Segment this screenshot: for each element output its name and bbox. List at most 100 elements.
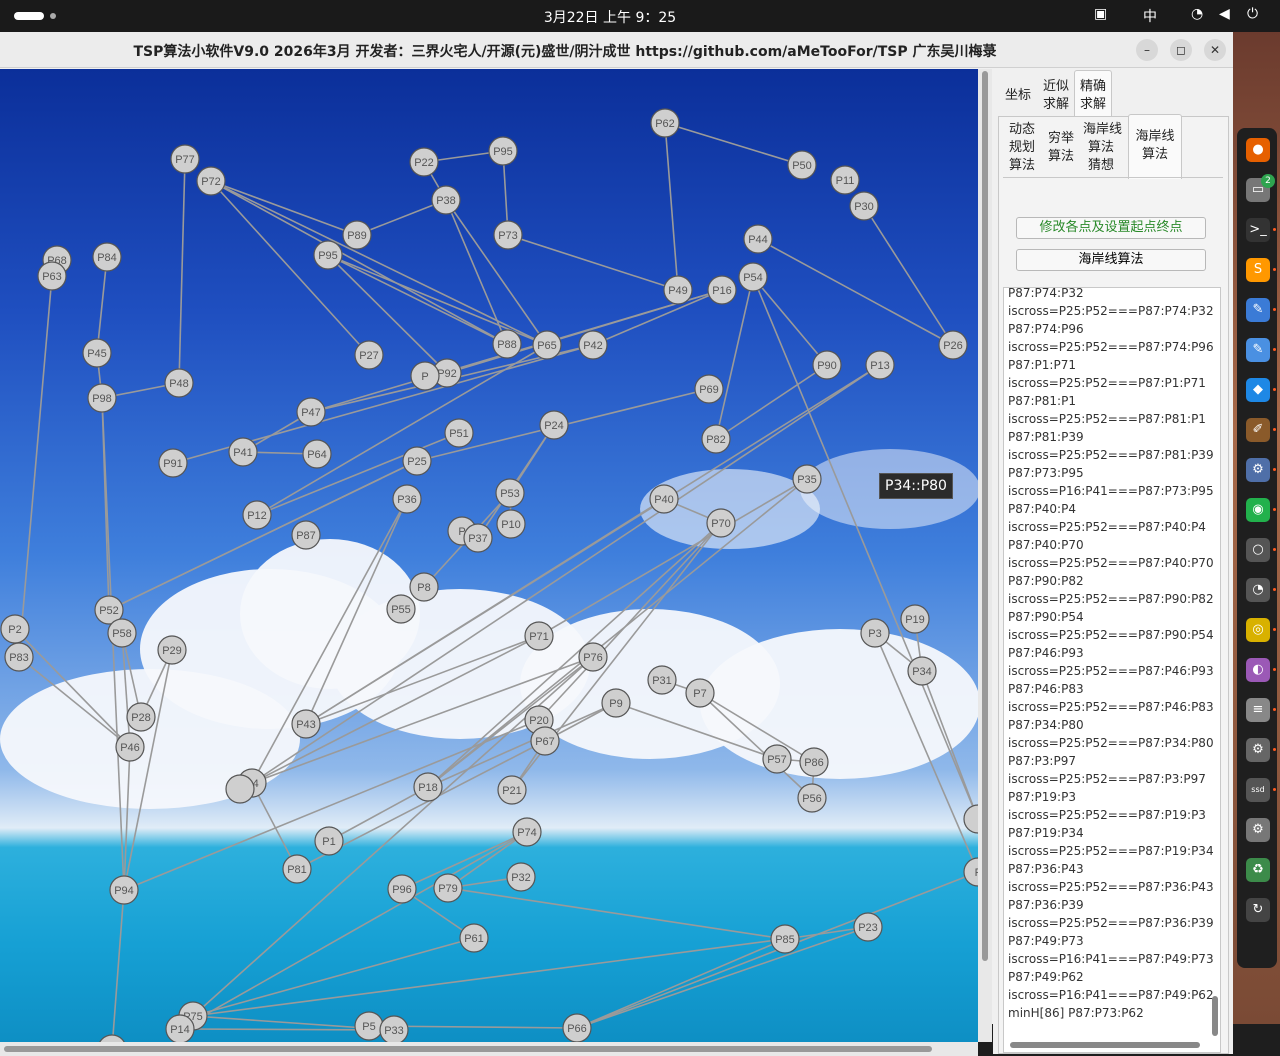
vscode-icon[interactable]: ◆	[1246, 378, 1270, 402]
tab-coastline[interactable]: 海岸线 算法	[1128, 114, 1182, 179]
point-node[interactable]: P38	[431, 185, 461, 215]
point-node[interactable]: P65	[532, 330, 562, 360]
point-node[interactable]: P21	[497, 775, 527, 805]
point-node[interactable]: P84	[92, 242, 122, 272]
log-output[interactable]: P87:P74:P32 iscross=P25:P52===P87:P74:P32…	[1003, 287, 1221, 1053]
point-node[interactable]: P62	[650, 108, 680, 138]
volume-icon[interactable]: ◀	[1219, 6, 1230, 22]
trash-icon[interactable]: ♻	[1246, 858, 1270, 882]
point-node[interactable]: P13	[865, 350, 895, 380]
point-node[interactable]: P64	[302, 439, 332, 469]
ssd-icon[interactable]: ssd	[1246, 778, 1270, 802]
firefox-icon[interactable]: ●	[1246, 138, 1270, 162]
apps-icon[interactable]: ◐	[1246, 658, 1270, 682]
notes-icon[interactable]: ✎	[1246, 338, 1270, 362]
point-node[interactable]: P98	[87, 383, 117, 413]
point-node[interactable]: P9	[601, 688, 631, 718]
tab-coordinates[interactable]: 坐标	[1003, 87, 1033, 105]
activities-button[interactable]	[14, 12, 44, 20]
point-node[interactable]: P83	[4, 642, 34, 672]
point-node[interactable]: P63	[37, 261, 67, 291]
system-settings-icon[interactable]: ⚙	[1246, 818, 1270, 842]
canvas-horizontal-scrollbar[interactable]	[0, 1042, 978, 1056]
power-menu-icon[interactable]: ⏻	[1247, 6, 1258, 22]
point-node[interactable]: P66	[562, 1013, 592, 1042]
clock[interactable]: 3月22日 上午 9：25	[520, 7, 700, 27]
gear-icon[interactable]: ⚙	[1246, 738, 1270, 762]
point-node[interactable]: P79	[433, 873, 463, 903]
point-node[interactable]: P10	[496, 509, 526, 539]
point-node[interactable]: P16	[707, 275, 737, 305]
settings-icon[interactable]: ⚙	[1246, 458, 1270, 482]
input-method-indicator[interactable]: 中	[1143, 6, 1157, 26]
tab-exhaustive[interactable]: 穷举 算法	[1045, 130, 1077, 166]
point-node[interactable]: P90	[812, 350, 842, 380]
point-node[interactable]: P42	[578, 330, 608, 360]
point-node[interactable]: P87	[291, 520, 321, 550]
point-node[interactable]: P81	[282, 854, 312, 884]
point-node[interactable]: P54	[738, 262, 768, 292]
point-node[interactable]: P61	[459, 923, 489, 953]
sublime-icon[interactable]: S	[1246, 258, 1270, 282]
point-node[interactable]: P48	[164, 368, 194, 398]
point-node[interactable]: P89	[342, 220, 372, 250]
point-node[interactable]	[98, 1034, 126, 1042]
point-node[interactable]	[225, 774, 255, 804]
point-node[interactable]: P27	[354, 340, 384, 370]
point-node[interactable]: P40	[649, 484, 679, 514]
brush-icon[interactable]: ✐	[1246, 418, 1270, 442]
wechat-icon[interactable]: ◉	[1246, 498, 1270, 522]
point-node[interactable]: P58	[107, 618, 137, 648]
title-bar[interactable]: TSP算法小软件V9.0 2026年3月 开发者：三界火宅人/开源(元)盛世/阴…	[0, 32, 1233, 68]
point-node[interactable]: P47	[296, 397, 326, 427]
point-node[interactable]: P37	[463, 523, 493, 553]
point-node[interactable]: P50	[787, 150, 817, 180]
point-node[interactable]: P5	[354, 1011, 384, 1041]
music-icon[interactable]: ◎	[1246, 618, 1270, 642]
point-node[interactable]: P56	[797, 783, 827, 813]
coastline-algorithm-button[interactable]: 海岸线算法	[1016, 249, 1206, 271]
point-node[interactable]: P86	[799, 747, 829, 777]
point-node[interactable]: P23	[853, 912, 883, 942]
point-node[interactable]: P33	[379, 1015, 409, 1042]
log-hscroll-thumb[interactable]	[1010, 1042, 1200, 1048]
tab-dynamic-programming[interactable]: 动态 规划 算法	[1003, 121, 1041, 175]
tab-coastline-conjecture[interactable]: 海岸线 算法 猜想	[1083, 121, 1122, 175]
point-node[interactable]: P11	[830, 165, 860, 195]
point-node[interactable]: P30	[849, 191, 879, 221]
tab-approximate[interactable]: 近似 求解	[1039, 78, 1073, 114]
point-node[interactable]: P41	[228, 437, 258, 467]
point-node[interactable]: P96	[387, 874, 417, 904]
point-node[interactable]: P73	[493, 220, 523, 250]
tab-exact[interactable]: 精确 求解	[1074, 70, 1112, 116]
close-button[interactable]: ✕	[1204, 39, 1226, 61]
point-node[interactable]: P91	[158, 448, 188, 478]
point-node[interactable]: P34	[907, 656, 937, 686]
log-vscroll-thumb[interactable]	[1212, 996, 1218, 1036]
point-node[interactable]: P55	[386, 594, 416, 624]
point-node[interactable]: P95	[313, 240, 343, 270]
restore-button[interactable]: ◻	[1170, 39, 1192, 61]
point-node[interactable]: P53	[495, 478, 525, 508]
power-icon[interactable]: ↻	[1246, 898, 1270, 922]
point-node[interactable]: P44	[743, 224, 773, 254]
point-node[interactable]: P46	[115, 732, 145, 762]
point-circle[interactable]	[225, 774, 255, 804]
tsp-canvas[interactable]: P77 P72 P22 P95 P62 P50 P11 P30 P38 P89 P73 P68 P63 P…	[0, 69, 978, 1042]
point-node[interactable]: P28	[126, 702, 156, 732]
database-icon[interactable]: ≡	[1246, 698, 1270, 722]
point-node[interactable]: P3	[860, 618, 890, 648]
point-node[interactable]: P69	[694, 374, 724, 404]
point-node[interactable]: P1	[314, 826, 344, 856]
point-node[interactable]: P74	[512, 817, 542, 847]
point-node[interactable]: P25	[402, 446, 432, 476]
point-node[interactable]: P77	[170, 144, 200, 174]
point-node[interactable]: P22	[409, 147, 439, 177]
canvas-hscroll-thumb[interactable]	[4, 1046, 932, 1052]
set-points-button[interactable]: 修改各点及设置起点终点	[1016, 217, 1206, 239]
canvas-vertical-scrollbar[interactable]	[978, 69, 992, 1042]
point-node[interactable]: P43	[291, 709, 321, 739]
point-node[interactable]: P72	[196, 166, 226, 196]
point-node[interactable]: P18	[413, 772, 443, 802]
point-node[interactable]: F	[963, 857, 978, 887]
